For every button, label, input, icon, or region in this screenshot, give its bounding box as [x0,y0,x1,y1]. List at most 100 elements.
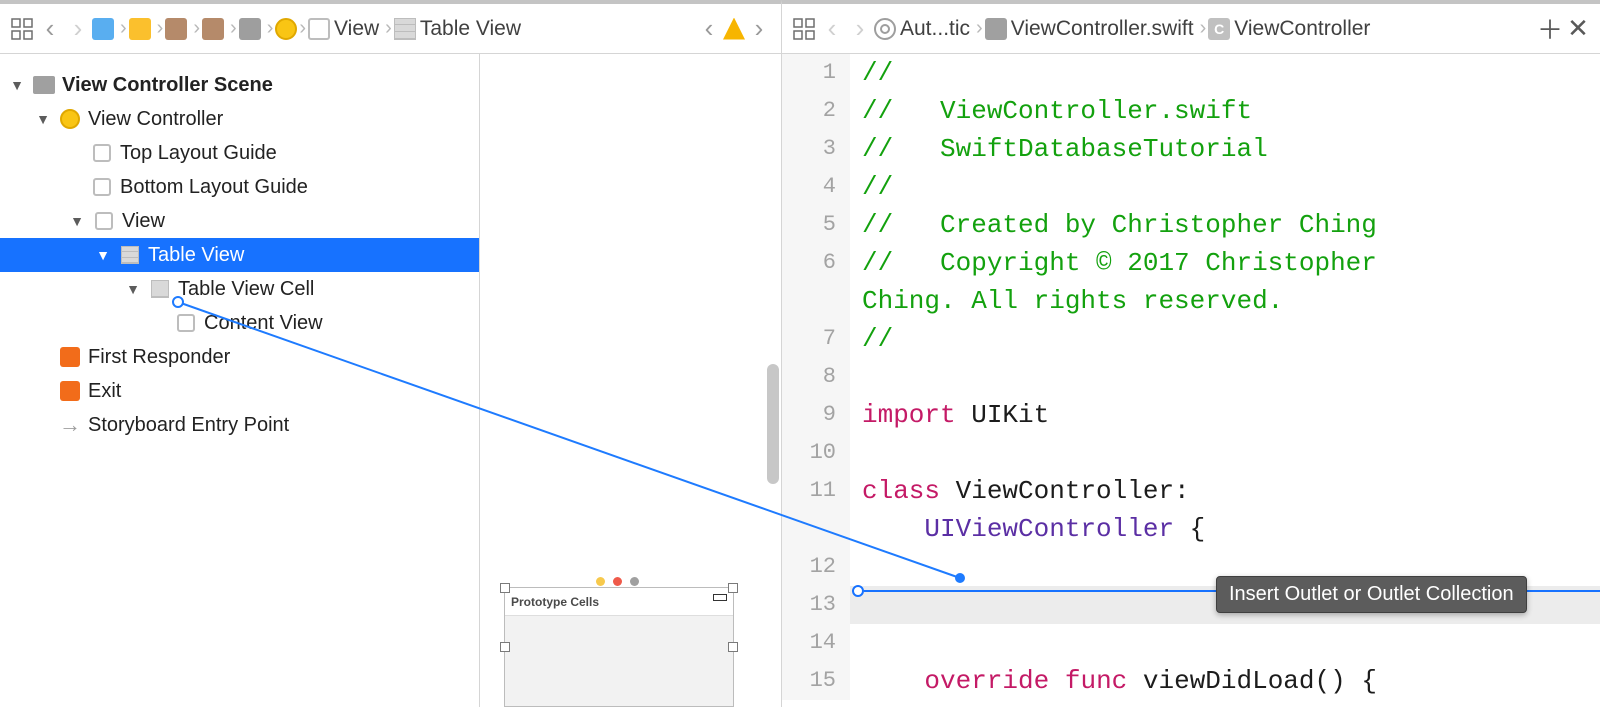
code-line[interactable]: 8 [782,358,1600,396]
view-icon[interactable] [308,18,330,40]
crumb-file[interactable]: ViewController.swift [1007,17,1198,41]
chevron-right-icon: › [265,17,276,40]
scene-group-icon[interactable] [239,18,261,40]
chevron-right-icon: › [1198,17,1209,40]
outline-content-view[interactable]: Content View [0,306,479,340]
line-number: 1 [782,54,850,92]
line-number: 4 [782,168,850,206]
outline-exit[interactable]: Exit [0,374,479,408]
code-text: Ching. All rights reserved. [850,282,1600,320]
code-line[interactable]: 15 override func viewDidLoad() { [782,662,1600,700]
code-line[interactable]: 6// Copyright © 2017 Christopher [782,244,1600,282]
outline-table-view-cell[interactable]: ▼ Table View Cell [0,272,479,306]
warning-icon[interactable] [723,18,745,40]
outline-entry-point[interactable]: → Storyboard Entry Point [0,408,479,442]
swift-file-icon[interactable] [985,18,1007,40]
bottom-guide-label: Bottom Layout Guide [120,176,308,199]
view-label: View [122,210,165,233]
table-view-preview[interactable]: Prototype Cells [504,587,734,707]
prototype-cells-label: Prototype Cells [505,588,733,616]
crumb-table-view[interactable]: Table View [416,17,525,41]
code-text: import UIKit [850,396,1600,434]
nav-back-icon[interactable]: ‹ [818,15,846,43]
arrow-right-icon: → [58,414,82,436]
code-line[interactable]: 7// [782,320,1600,358]
outline-scene[interactable]: ▼ View Controller Scene [0,68,479,102]
resize-handle[interactable] [500,642,510,652]
crumb-class[interactable]: ViewController [1230,17,1374,41]
line-number: 13 [782,586,850,624]
ib-canvas[interactable]: Prototype Cells [480,54,782,707]
add-assistant-icon[interactable]: ＋ [1536,15,1564,43]
view-controller-icon[interactable] [275,18,297,40]
outline-table-view[interactable]: ▼ Table View [0,238,479,272]
left-jump-bar: ‹ › › › › › › › View › Table View ‹ › [0,0,782,54]
code-text: class ViewController: [850,472,1600,510]
related-items-icon[interactable] [790,15,818,43]
outline-top-layout-guide[interactable]: Top Layout Guide [0,136,479,170]
nav-back-icon[interactable]: ‹ [36,15,64,43]
folder-icon[interactable] [129,18,151,40]
code-text: // [850,320,1600,358]
storyboard-base-icon[interactable] [202,18,224,40]
code-line[interactable]: 3// SwiftDatabaseTutorial [782,130,1600,168]
code-text: // SwiftDatabaseTutorial [850,130,1600,168]
outline-bottom-layout-guide[interactable]: Bottom Layout Guide [0,170,479,204]
code-text: UIViewController { [850,510,1600,548]
chevron-right-icon: › [297,17,308,40]
code-editor[interactable]: 1//2// ViewController.swift3// SwiftData… [782,54,1600,707]
table-view-icon[interactable] [394,18,416,40]
code-line[interactable]: 2// ViewController.swift [782,92,1600,130]
vertical-scrollbar[interactable] [767,364,779,484]
issues-next-icon[interactable]: › [745,15,773,43]
content-view-label: Content View [204,312,323,335]
outlet-tooltip: Insert Outlet or Outlet Collection [1216,576,1527,613]
outline-first-responder[interactable]: First Responder [0,340,479,374]
crumb-view[interactable]: View [330,17,383,41]
related-items-icon[interactable] [8,15,36,43]
code-line[interactable]: 4// [782,168,1600,206]
project-icon[interactable] [92,18,114,40]
line-number: 8 [782,358,850,396]
nav-forward-icon[interactable]: › [846,15,874,43]
chevron-right-icon: › [118,17,129,40]
counterpart-icon[interactable] [874,18,896,40]
storyboard-file-icon[interactable] [165,18,187,40]
vc-dot-icon [596,577,605,586]
exit-dot-icon [630,577,639,586]
crumb-aut[interactable]: Aut...tic [896,17,974,41]
code-line[interactable]: Ching. All rights reserved. [782,282,1600,320]
code-line[interactable]: 9import UIKit [782,396,1600,434]
nav-forward-icon[interactable]: › [64,15,92,43]
outline-view[interactable]: ▼ View [0,204,479,238]
close-assistant-icon[interactable]: ✕ [1564,15,1592,43]
code-text [850,358,1600,396]
code-line[interactable]: 5// Created by Christopher Ching [782,206,1600,244]
outline-view-controller[interactable]: ▼ View Controller [0,102,479,136]
code-line[interactable]: 1// [782,54,1600,92]
line-number: 12 [782,548,850,586]
exit-label: Exit [88,380,121,403]
issues-prev-icon[interactable]: ‹ [695,15,723,43]
line-number: 14 [782,624,850,662]
chevron-right-icon: › [974,17,985,40]
code-text: override func viewDidLoad() { [850,662,1600,700]
table-view-cell-label: Table View Cell [178,278,314,301]
line-number: 3 [782,130,850,168]
code-line[interactable]: 10 [782,434,1600,472]
first-responder-label: First Responder [88,346,230,369]
code-line[interactable]: 14 [782,624,1600,662]
line-number: 15 [782,662,850,700]
outlet-insertion-handle[interactable] [852,585,864,597]
chevron-right-icon: › [228,17,239,40]
code-line[interactable]: 11class ViewController: [782,472,1600,510]
responder-dot-icon [613,577,622,586]
class-icon[interactable]: C [1208,18,1230,40]
code-text: // [850,168,1600,206]
battery-icon [713,594,727,601]
code-line[interactable]: UIViewController { [782,510,1600,548]
right-jump-bar: ‹ › Aut...tic › ViewController.swift › C… [782,0,1600,54]
chevron-right-icon: › [383,17,394,40]
line-number: 7 [782,320,850,358]
resize-handle[interactable] [728,642,738,652]
